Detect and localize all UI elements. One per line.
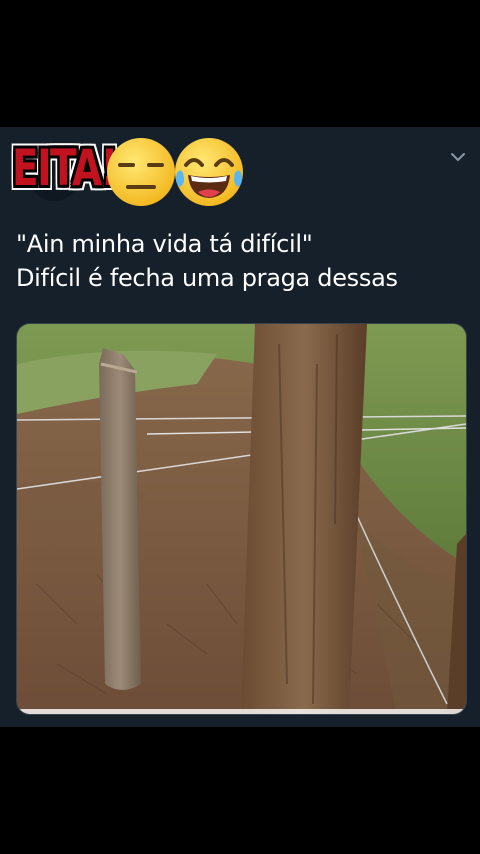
- fence-post-photo: [17, 324, 466, 714]
- tweet-card: EITA! "Ain minha vida tá difícil" Difíci…: [0, 127, 480, 727]
- tweet-header: EITA!: [0, 127, 480, 219]
- face-with-tears-of-joy-icon: [175, 138, 243, 206]
- expressionless-face-icon: [107, 138, 175, 206]
- eita-sticker: EITA!: [12, 139, 118, 197]
- chevron-down-icon[interactable]: [448, 147, 468, 167]
- tweet-line-2: Difícil é fecha uma praga dessas: [16, 264, 398, 292]
- tweet-line-1: "Ain minha vida tá difícil": [16, 230, 313, 258]
- tweet-text: "Ain minha vida tá difícil" Difícil é fe…: [16, 227, 466, 295]
- tweet-media-photo[interactable]: [16, 323, 467, 715]
